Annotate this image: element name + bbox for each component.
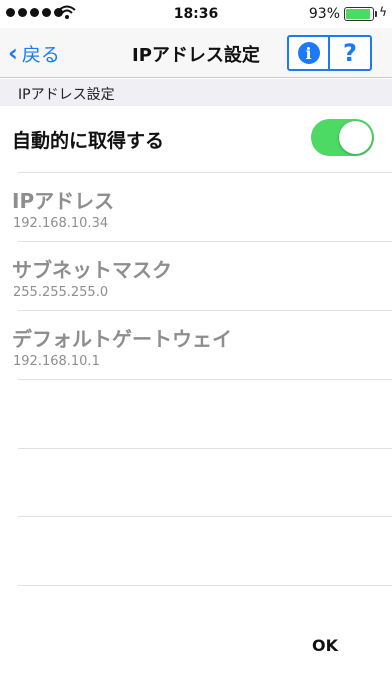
default-gateway-row[interactable]: デフォルトゲートウェイ 192.168.10.1 bbox=[0, 311, 392, 380]
ip-address-value: 192.168.10.34 bbox=[13, 216, 109, 231]
empty-row-divider bbox=[18, 516, 392, 517]
charging-icon: ϟ bbox=[379, 5, 387, 19]
battery-level bbox=[346, 9, 371, 19]
empty-row-divider bbox=[18, 448, 392, 449]
subnet-mask-row[interactable]: サブネットマスク 255.255.255.0 bbox=[0, 242, 392, 311]
ok-button[interactable]: OK bbox=[305, 636, 345, 662]
divider bbox=[18, 379, 392, 380]
info-button[interactable]: i bbox=[287, 35, 329, 71]
auto-obtain-row: 自動的に取得する bbox=[0, 106, 392, 173]
info-icon: i bbox=[297, 42, 320, 64]
default-gateway-value: 192.168.10.1 bbox=[13, 354, 100, 369]
ip-address-label: IPアドレス bbox=[12, 189, 115, 213]
auto-obtain-label: 自動的に取得する bbox=[12, 130, 165, 152]
help-button[interactable]: ? bbox=[329, 35, 372, 71]
section-header: IPアドレス設定 bbox=[0, 79, 392, 106]
battery-icon bbox=[344, 7, 374, 21]
help-icon: ? bbox=[343, 39, 357, 67]
subnet-mask-value: 255.255.255.0 bbox=[13, 285, 109, 300]
battery-tip bbox=[375, 11, 377, 17]
section-header-label: IPアドレス設定 bbox=[18, 87, 115, 103]
switch-knob bbox=[339, 121, 372, 154]
navigation-bar: ‹ 戻る IPアドレス設定 i ? bbox=[0, 28, 392, 78]
empty-row-divider bbox=[18, 585, 392, 586]
ip-address-row[interactable]: IPアドレス 192.168.10.34 bbox=[0, 173, 392, 242]
battery-percent: 93% bbox=[308, 6, 340, 22]
subnet-mask-label: サブネットマスク bbox=[12, 258, 172, 282]
auto-obtain-switch[interactable] bbox=[311, 119, 374, 156]
default-gateway-label: デフォルトゲートウェイ bbox=[12, 327, 232, 351]
status-bar: 18:36 93% ϟ bbox=[0, 0, 392, 28]
